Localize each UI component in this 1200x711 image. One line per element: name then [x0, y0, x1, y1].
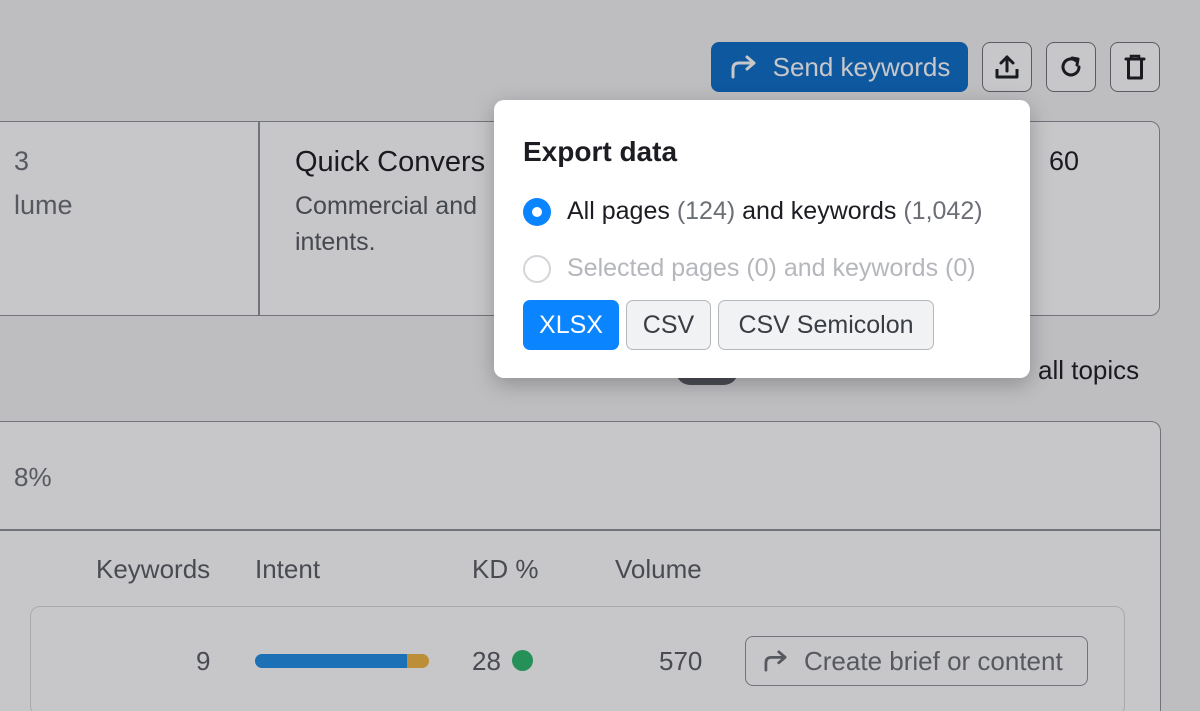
popup-title: Export data [523, 136, 678, 167]
option-keywords-count: (1,042) [903, 197, 983, 225]
format-xlsx-button[interactable]: XLSX [523, 300, 619, 350]
option-and-keywords: and keywords [742, 197, 897, 225]
export-option-selected-pages[interactable]: Selected pages (0) and keywords (0) [523, 254, 976, 283]
option-text: All pages (124) and keywords (1,042) [567, 197, 983, 226]
option-and-keywords: and keywords [783, 254, 939, 282]
radio-unselected-icon[interactable] [523, 254, 551, 283]
option-pages-count: (124) [676, 197, 736, 225]
option-pages-label: Selected pages [567, 254, 740, 282]
export-data-popup: Export data All pages (124) and keywords… [494, 100, 1030, 378]
option-text: Selected pages (0) and keywords (0) [567, 254, 976, 283]
format-csv-button[interactable]: CSV [626, 300, 711, 350]
format-csv-semicolon-button[interactable]: CSV Semicolon [718, 300, 934, 350]
option-keywords-count: (0) [945, 254, 976, 282]
option-pages-label: All pages [567, 197, 670, 225]
radio-selected-icon[interactable] [523, 197, 551, 226]
export-option-all-pages[interactable]: All pages (124) and keywords (1,042) [523, 197, 983, 226]
option-pages-count: (0) [746, 254, 777, 282]
